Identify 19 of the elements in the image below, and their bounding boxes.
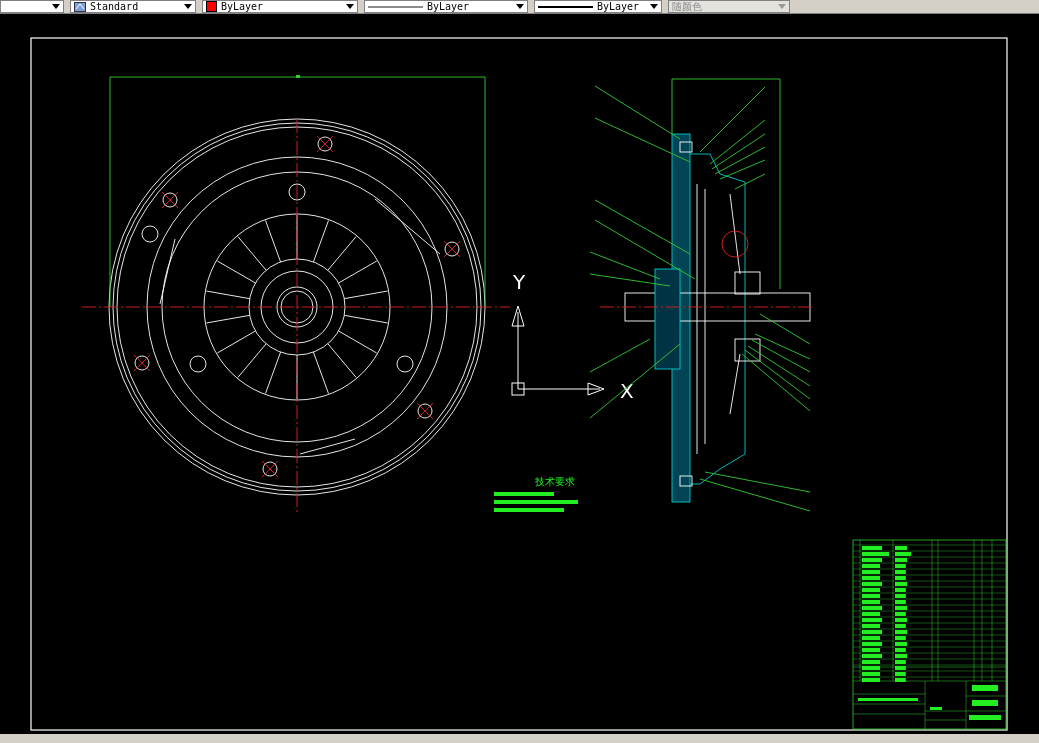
property-dropdown[interactable]: ByLayer [534, 0, 662, 13]
line-sample-icon [368, 3, 423, 10]
property-dropdown[interactable] [0, 0, 64, 13]
line-sample-icon [538, 3, 593, 10]
property-dropdown[interactable]: ByLayer [202, 0, 358, 13]
property-dropdown[interactable]: Standard [70, 0, 196, 13]
color-swatch-icon [206, 1, 217, 12]
x-axis-label: X [620, 379, 634, 403]
caret-icon [778, 4, 786, 9]
caret-icon [52, 4, 60, 9]
text-style-icon [74, 1, 86, 12]
ucs-axis-icon [511, 305, 605, 396]
caret-icon [346, 4, 354, 9]
caret-icon [650, 4, 658, 9]
caret-icon [516, 4, 524, 9]
technical-notes-title: 技术要求 [535, 476, 575, 487]
property-dropdown[interactable]: ByLayer [364, 0, 528, 13]
caret-icon [184, 4, 192, 9]
y-axis-label: Y [513, 270, 526, 294]
